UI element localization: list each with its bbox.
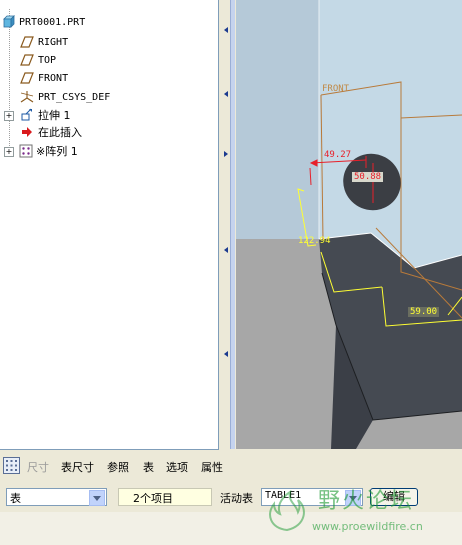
coordinate-system-icon	[20, 91, 34, 103]
active-table-select[interactable]: TABLE1	[261, 488, 363, 506]
chevron-down-icon[interactable]	[89, 490, 105, 506]
tree-item-label: TOP	[38, 55, 57, 66]
items-collector[interactable]: 2个项目	[118, 488, 212, 506]
datum-plane-icon	[20, 72, 34, 84]
tree-connector-line	[9, 9, 10, 154]
collapse-left-icon[interactable]	[224, 91, 228, 97]
tab-properties[interactable]: 属性	[201, 459, 223, 475]
datum-plane-icon	[20, 54, 34, 66]
expand-right-icon[interactable]	[224, 151, 228, 157]
tree-item-label: PRT0001.PRT	[19, 17, 86, 28]
graphics-window[interactable]: FRONT 49.27 50.88 122.94 59.00	[236, 0, 462, 449]
items-count: 2个项目	[133, 492, 173, 505]
pattern-type-select[interactable]: 表	[6, 488, 107, 506]
dimension-d1[interactable]: 49.27	[324, 150, 351, 160]
tree-item-label: ※阵列 1	[36, 145, 78, 158]
tree-item-label: 拉伸 1	[38, 109, 71, 122]
extrude-icon	[21, 108, 32, 121]
tab-table-dimensions[interactable]: 表尺寸	[61, 459, 94, 475]
dashboard-tabs: 尺寸 表尺寸 参照 表 选项 属性	[0, 452, 462, 480]
dashboard-controls: 表 2个项目 活动表 TABLE1 编辑	[0, 482, 462, 512]
part-icon	[3, 15, 15, 28]
tab-references[interactable]: 参照	[107, 459, 129, 475]
tree-item-extrude[interactable]: + 拉伸 1	[4, 107, 204, 124]
tree-item-label: RIGHT	[38, 37, 69, 48]
tree-item-label: PRT_CSYS_DEF	[38, 92, 111, 103]
collapse-left-icon[interactable]	[224, 351, 228, 357]
active-table-value: TABLE1	[265, 490, 302, 501]
datum-label-front: FRONT	[322, 84, 350, 94]
chevron-down-icon[interactable]	[345, 490, 361, 506]
tree-item-pattern[interactable]: + ※阵列 1	[4, 143, 204, 160]
tab-table[interactable]: 表	[143, 459, 154, 475]
splitter-bar[interactable]	[230, 0, 235, 449]
edit-button[interactable]: 编辑	[370, 488, 418, 506]
dimension-d2[interactable]: 50.88	[352, 172, 384, 182]
model-view	[236, 0, 462, 449]
dimension-d4[interactable]: 59.00	[408, 307, 440, 317]
collapse-left-icon[interactable]	[224, 27, 228, 33]
tree-item-label: FRONT	[38, 73, 69, 84]
model-side-face	[236, 0, 319, 239]
pattern-icon	[19, 144, 33, 158]
pattern-type-value: 表	[10, 492, 21, 505]
model-tree: PRT0001.PRT RIGHT TOP FRONT PRT_CSYS_DEF…	[0, 0, 219, 450]
tab-dimensions[interactable]: 尺寸	[27, 459, 49, 475]
expand-icon[interactable]: +	[4, 111, 14, 121]
status-strip	[0, 512, 462, 545]
tree-item-label: 在此插入	[38, 126, 82, 139]
datum-plane-icon	[20, 36, 34, 48]
expand-icon[interactable]: +	[4, 147, 14, 157]
active-table-label: 活动表	[220, 492, 253, 505]
collapse-left-icon[interactable]	[224, 247, 228, 253]
panel-splitter[interactable]	[219, 0, 236, 449]
insert-here-arrow-icon	[22, 127, 32, 137]
dimension-d3[interactable]: 122.94	[298, 236, 331, 246]
table-grid-icon[interactable]	[3, 457, 20, 474]
tab-options[interactable]: 选项	[166, 459, 188, 475]
